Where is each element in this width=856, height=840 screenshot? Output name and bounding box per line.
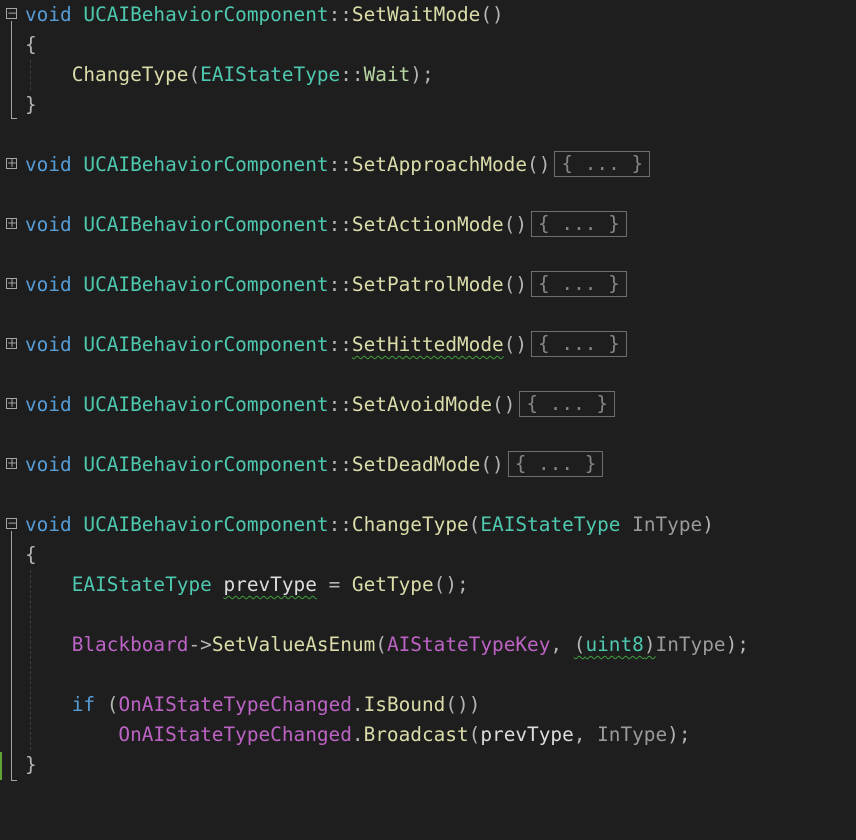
code-line[interactable]: − void UCAIBehaviorComponent::ChangeType… [0, 510, 714, 540]
function-name: ChangeType [351, 513, 469, 536]
code-line[interactable]: − void UCAIBehaviorComponent::SetWaitMod… [0, 0, 504, 30]
function-name: SetWaitMode [351, 3, 481, 26]
local-variable: prevType [223, 573, 317, 596]
outline-bracket-foot [11, 780, 17, 781]
outline-bracket [11, 21, 12, 118]
collapsed-region[interactable]: { ... } [531, 211, 627, 237]
code-editor[interactable]: − void UCAIBehaviorComponent::SetWaitMod… [0, 0, 856, 794]
code-line[interactable]: if (OnAIStateTypeChanged.IsBound()) [0, 690, 481, 720]
code-line[interactable]: { [0, 30, 47, 60]
code-line[interactable]: } [0, 90, 47, 120]
scope-operator: :: [328, 3, 352, 26]
code-line[interactable]: Blackboard->SetValueAsEnum(AIStateTypeKe… [0, 630, 749, 660]
open-brace: { [25, 543, 37, 566]
change-indicator [0, 752, 2, 780]
expand-toggle-icon[interactable]: + [6, 157, 17, 169]
collapse-toggle-icon[interactable]: − [6, 7, 17, 19]
code-line[interactable]: + void UCAIBehaviorComponent::SetPatrolM… [0, 270, 627, 300]
parens: () [480, 3, 504, 26]
function-name: SetHittedMode [351, 333, 504, 356]
member-variable: Blackboard [71, 633, 189, 656]
member-variable: AIStateTypeKey [386, 633, 551, 656]
collapsed-region[interactable]: { ... } [554, 151, 651, 177]
keyword-void: void [25, 3, 72, 26]
enum-type: EAIStateType [200, 63, 341, 86]
code-line[interactable]: + void UCAIBehaviorComponent::SetAvoidMo… [0, 390, 616, 420]
code-line[interactable]: ChangeType(EAIStateType::Wait); [0, 60, 434, 90]
code-line[interactable]: + void UCAIBehaviorComponent::SetActionM… [0, 210, 627, 240]
expand-toggle-icon[interactable]: + [6, 337, 17, 349]
function-call: IsBound [363, 693, 446, 716]
outline-bracket [11, 531, 12, 780]
function-call: ChangeType [71, 63, 189, 86]
close-brace: } [25, 753, 37, 776]
local-type: EAIStateType [71, 573, 212, 596]
function-call: Broadcast [363, 723, 469, 746]
function-call: SetValueAsEnum [211, 633, 376, 656]
code-line[interactable]: + void UCAIBehaviorComponent::SetDeadMod… [0, 450, 604, 480]
cast-type: uint8 [585, 633, 644, 656]
expand-toggle-icon[interactable]: + [6, 457, 17, 469]
open-brace: { [25, 33, 37, 56]
close-brace: } [25, 93, 37, 116]
member-variable: OnAIStateTypeChanged [118, 723, 352, 746]
expand-toggle-icon[interactable]: + [6, 217, 17, 229]
function-name: SetApproachMode [351, 153, 528, 176]
outline-bracket-foot [11, 118, 17, 119]
function-name: SetActionMode [351, 213, 504, 236]
code-line[interactable]: { [0, 540, 47, 570]
expand-toggle-icon[interactable]: + [6, 397, 17, 409]
enum-value: Wait [363, 63, 411, 86]
collapsed-region[interactable]: { ... } [531, 331, 627, 357]
function-name: SetDeadMode [351, 453, 481, 476]
indent-guide [30, 60, 31, 90]
param-type: EAIStateType [480, 513, 621, 536]
code-line[interactable]: OnAIStateTypeChanged.Broadcast(prevType,… [0, 720, 690, 750]
collapsed-region[interactable]: { ... } [531, 271, 627, 297]
code-line[interactable]: EAIStateType prevType = GetType(); [0, 570, 469, 600]
code-line[interactable]: + void UCAIBehaviorComponent::SetHittedM… [0, 330, 627, 360]
code-line[interactable]: } [0, 750, 47, 780]
param-name: InType [632, 513, 703, 536]
collapsed-region[interactable]: { ... } [507, 451, 604, 477]
function-name: SetAvoidMode [351, 393, 493, 416]
keyword-if: if [71, 693, 96, 716]
indent-guide [30, 570, 31, 750]
code-line[interactable]: + void UCAIBehaviorComponent::SetApproac… [0, 150, 651, 180]
member-variable: OnAIStateTypeChanged [118, 693, 352, 716]
function-name: SetPatrolMode [351, 273, 504, 296]
expand-toggle-icon[interactable]: + [6, 277, 17, 289]
collapsed-region[interactable]: { ... } [519, 391, 616, 417]
class-name: UCAIBehaviorComponent [83, 3, 329, 26]
function-call: GetType [351, 573, 434, 596]
collapse-toggle-icon[interactable]: − [6, 517, 17, 529]
